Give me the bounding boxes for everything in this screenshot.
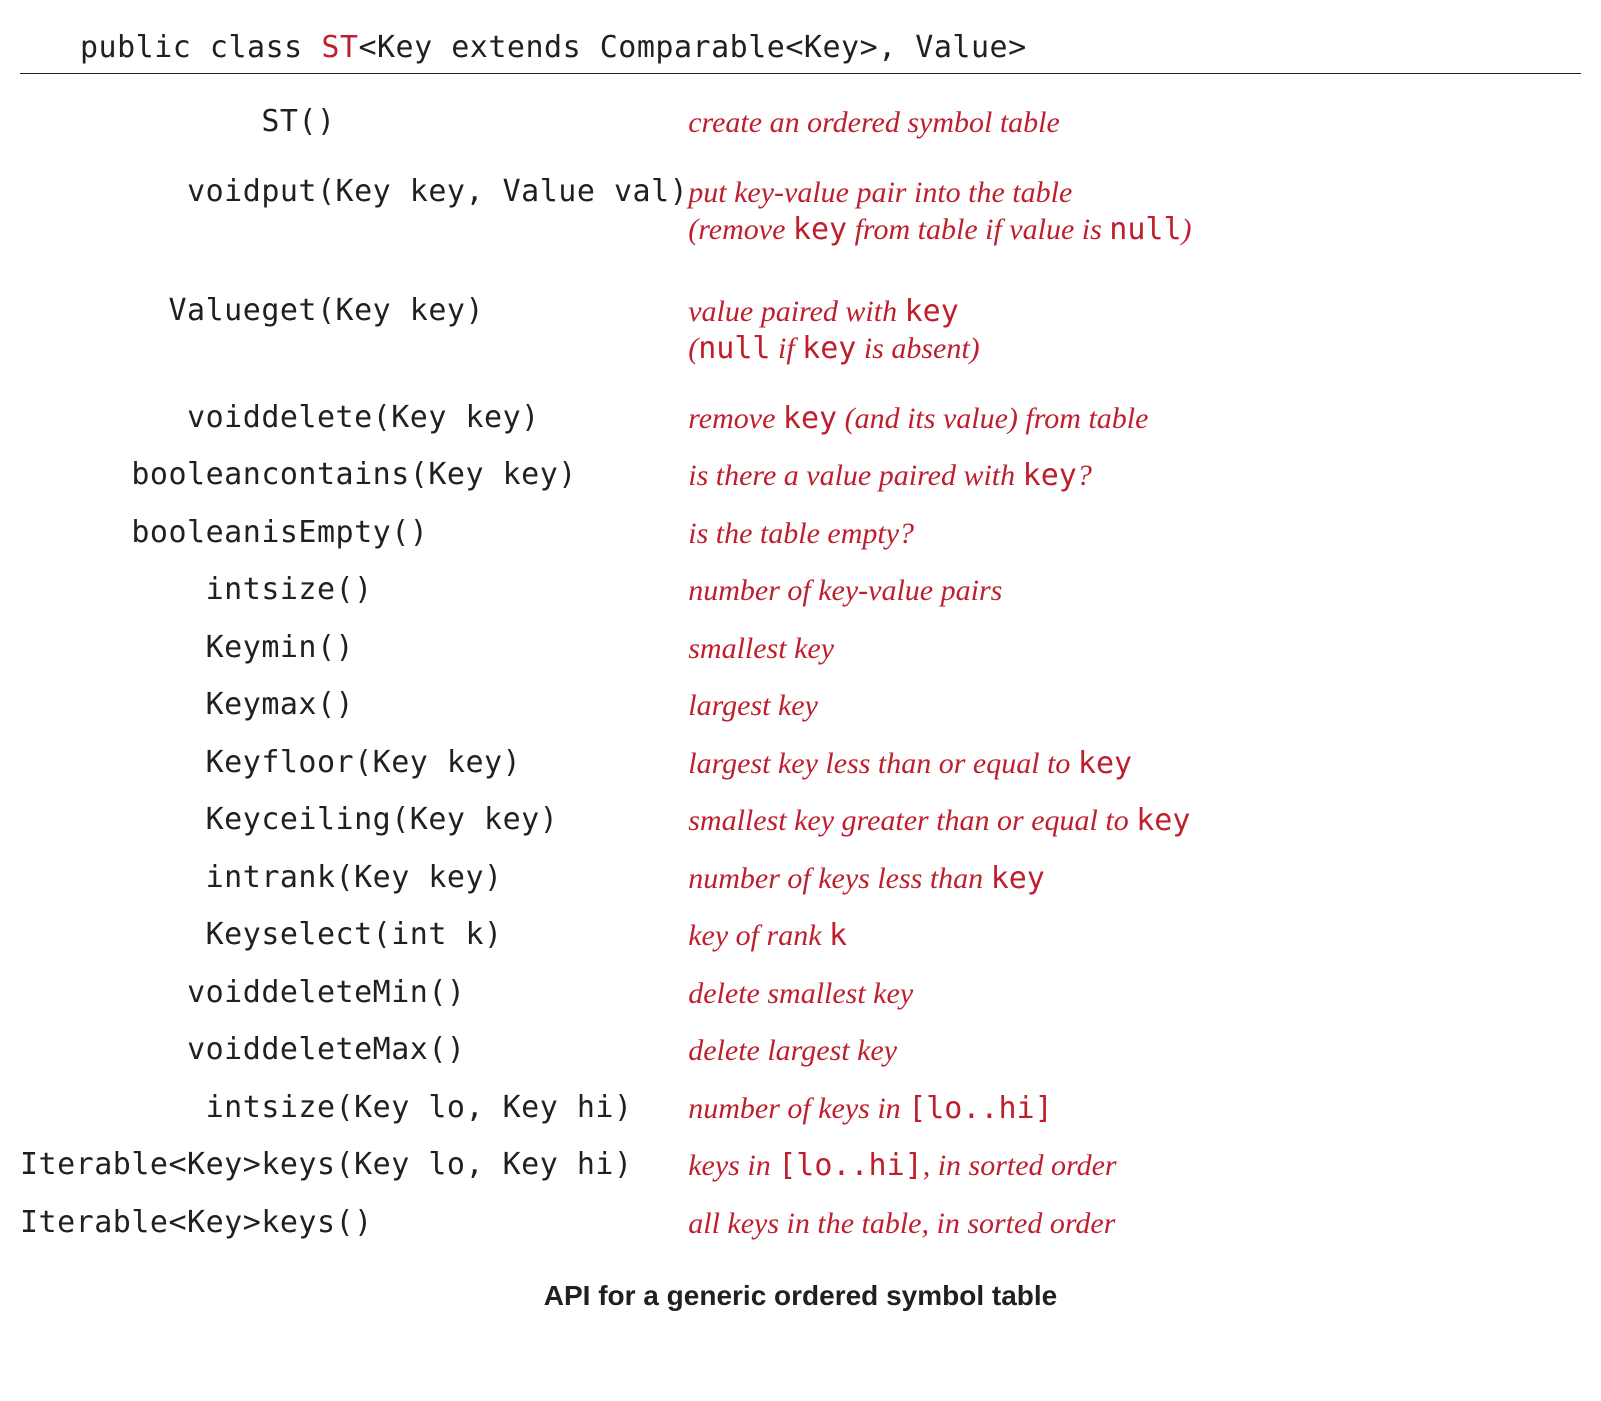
inline-code: null — [1109, 212, 1181, 247]
return-type: void — [20, 1022, 261, 1080]
method-signature: keys() — [261, 1195, 688, 1253]
inline-code: key — [793, 212, 847, 247]
api-row: Keymin()smallest key — [20, 620, 1581, 678]
class-generics: <Key extends Comparable<Key>, Value> — [358, 30, 1026, 65]
api-row: Iterable<Key>keys()all keys in the table… — [20, 1195, 1581, 1253]
method-signature: delete(Key key) — [261, 390, 688, 448]
api-row: voiddelete(Key key)remove key (and its v… — [20, 390, 1581, 448]
method-description: number of keys in [lo..hi] — [688, 1080, 1581, 1138]
method-description: value paired with key(null if key is abs… — [688, 271, 1581, 390]
return-type: Key — [20, 677, 261, 735]
method-signature: ceiling(Key key) — [261, 792, 688, 850]
api-row: voiddeleteMax()delete largest key — [20, 1022, 1581, 1080]
method-signature: floor(Key key) — [261, 735, 688, 793]
api-row: Keyfloor(Key key)largest key less than o… — [20, 735, 1581, 793]
table-caption: API for a generic ordered symbol table — [20, 1280, 1581, 1312]
class-declaration: public class ST<Key extends Comparable<K… — [20, 30, 1581, 74]
method-signature: select(int k) — [261, 907, 688, 965]
method-signature: rank(Key key) — [261, 850, 688, 908]
class-name: ST — [321, 30, 358, 65]
method-description: number of key-value pairs — [688, 562, 1581, 620]
inline-code: key — [1078, 746, 1132, 781]
return-type: boolean — [20, 447, 261, 505]
class-prefix: public class — [80, 30, 321, 65]
return-type: void — [20, 152, 261, 271]
method-description: keys in [lo..hi], in sorted order — [688, 1137, 1581, 1195]
inline-code: [lo..hi] — [778, 1148, 923, 1183]
inline-code: key — [991, 861, 1045, 896]
method-signature: size() — [261, 562, 688, 620]
api-table-document: public class ST<Key extends Comparable<K… — [0, 0, 1601, 1352]
inline-code: key — [1023, 458, 1077, 493]
return-type: void — [20, 965, 261, 1023]
method-description: delete largest key — [688, 1022, 1581, 1080]
api-row: Valueget(Key key)value paired with key(n… — [20, 271, 1581, 390]
method-signature: deleteMin() — [261, 965, 688, 1023]
method-description: number of keys less than key — [688, 850, 1581, 908]
method-description: is there a value paired with key? — [688, 447, 1581, 505]
inline-code: key — [905, 294, 959, 329]
return-type: Key — [20, 792, 261, 850]
method-description: remove key (and its value) from table — [688, 390, 1581, 448]
api-row: ST()create an ordered symbol table — [20, 88, 1581, 152]
return-type: Key — [20, 735, 261, 793]
method-signature: min() — [261, 620, 688, 678]
api-row: intrank(Key key)number of keys less than… — [20, 850, 1581, 908]
return-type: boolean — [20, 505, 261, 563]
inline-code: [lo..hi] — [908, 1091, 1053, 1126]
return-type: void — [20, 390, 261, 448]
return-type: Value — [20, 271, 261, 390]
method-description: all keys in the table, in sorted order — [688, 1195, 1581, 1253]
method-signature: deleteMax() — [261, 1022, 688, 1080]
api-row: Keyceiling(Key key)smallest key greater … — [20, 792, 1581, 850]
method-description: largest key less than or equal to key — [688, 735, 1581, 793]
method-description: put key-value pair into the table(remove… — [688, 152, 1581, 271]
return-type: int — [20, 850, 261, 908]
return-type: int — [20, 1080, 261, 1138]
return-type: Key — [20, 620, 261, 678]
return-type: Iterable<Key> — [20, 1137, 261, 1195]
api-row: booleancontains(Key key)is there a value… — [20, 447, 1581, 505]
method-description: delete smallest key — [688, 965, 1581, 1023]
method-signature: contains(Key key) — [261, 447, 688, 505]
method-signature: ST() — [261, 88, 688, 152]
method-description: smallest key greater than or equal to ke… — [688, 792, 1581, 850]
inline-code: key — [1136, 803, 1190, 838]
method-signature: isEmpty() — [261, 505, 688, 563]
api-table: ST()create an ordered symbol tablevoidpu… — [20, 88, 1581, 1252]
inline-code: key — [783, 401, 837, 436]
inline-code: k — [829, 918, 847, 953]
api-row: Keyselect(int k)key of rank k — [20, 907, 1581, 965]
method-signature: keys(Key lo, Key hi) — [261, 1137, 688, 1195]
api-row: voiddeleteMin()delete smallest key — [20, 965, 1581, 1023]
method-description: largest key — [688, 677, 1581, 735]
api-row: Keymax()largest key — [20, 677, 1581, 735]
method-signature: get(Key key) — [261, 271, 688, 390]
api-row: booleanisEmpty()is the table empty? — [20, 505, 1581, 563]
api-row: intsize()number of key-value pairs — [20, 562, 1581, 620]
return-type: int — [20, 562, 261, 620]
api-row: Iterable<Key>keys(Key lo, Key hi)keys in… — [20, 1137, 1581, 1195]
method-description: key of rank k — [688, 907, 1581, 965]
inline-code: key — [802, 331, 856, 366]
method-description: create an ordered symbol table — [688, 88, 1581, 152]
method-signature: put(Key key, Value val) — [261, 152, 688, 271]
api-row: voidput(Key key, Value val)put key-value… — [20, 152, 1581, 271]
method-description: is the table empty? — [688, 505, 1581, 563]
return-type — [20, 88, 261, 152]
method-signature: max() — [261, 677, 688, 735]
return-type: Iterable<Key> — [20, 1195, 261, 1253]
return-type: Key — [20, 907, 261, 965]
method-signature: size(Key lo, Key hi) — [261, 1080, 688, 1138]
method-description: smallest key — [688, 620, 1581, 678]
api-row: intsize(Key lo, Key hi)number of keys in… — [20, 1080, 1581, 1138]
inline-code: null — [698, 331, 770, 366]
